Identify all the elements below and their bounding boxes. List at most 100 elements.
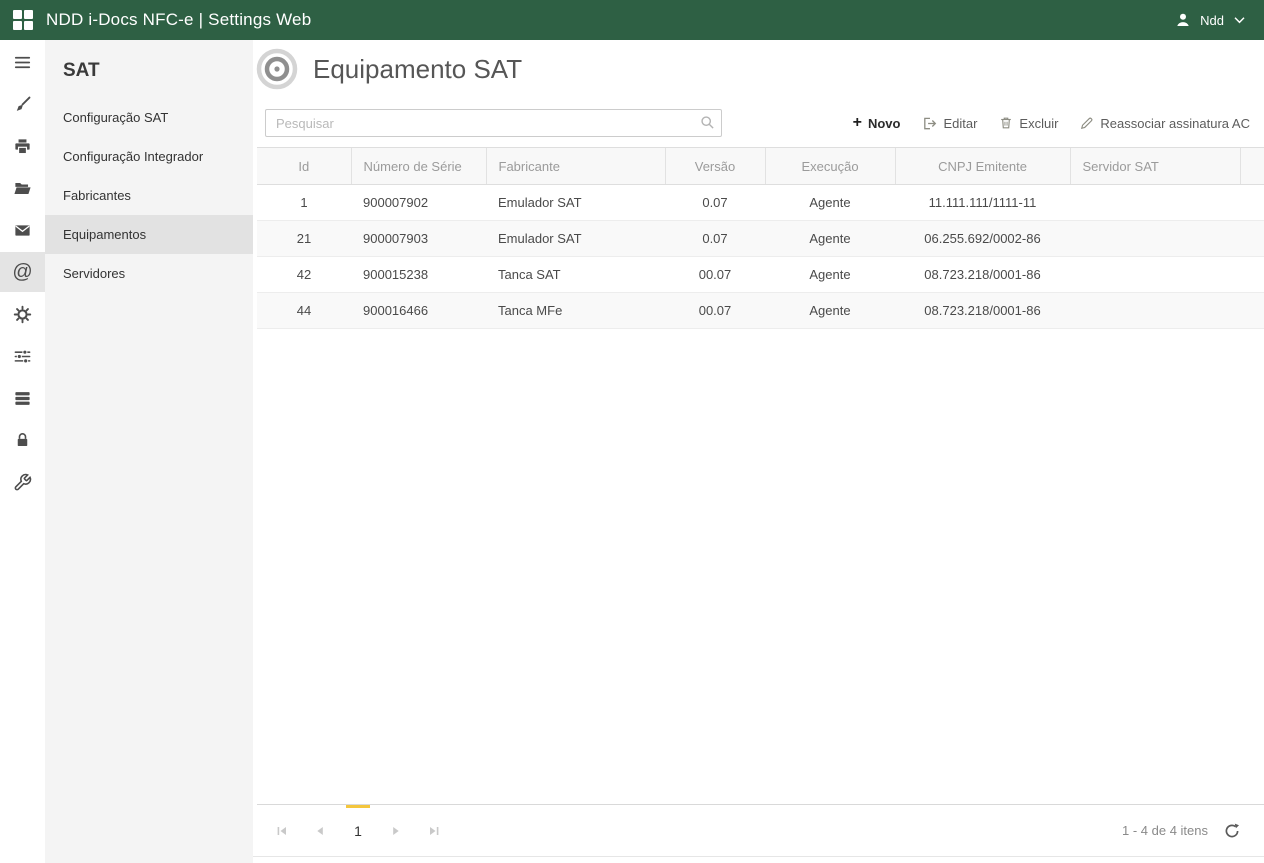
wrench-icon bbox=[13, 473, 32, 492]
pager-next-button[interactable] bbox=[379, 805, 413, 857]
reassociar-assinatura-button[interactable]: Reassociar assinatura AC bbox=[1080, 116, 1250, 131]
plus-icon: + bbox=[852, 114, 862, 131]
lock-icon bbox=[13, 431, 32, 450]
table-row[interactable]: 44 900016466 Tanca MFe 00.07 Agente 08.7… bbox=[257, 292, 1264, 329]
cell-versao: 0.07 bbox=[665, 220, 765, 257]
column-header-execucao[interactable]: Execução bbox=[764, 147, 895, 185]
cell-id: 42 bbox=[257, 256, 351, 293]
cell-versao: 0.07 bbox=[665, 184, 765, 221]
cell-numero-serie: 900015238 bbox=[351, 256, 486, 293]
cell-numero-serie: 900007903 bbox=[351, 220, 486, 257]
cell-filler bbox=[1240, 256, 1264, 293]
sidebar-item-label: Servidores bbox=[63, 266, 126, 281]
rail-item-lock[interactable] bbox=[0, 420, 45, 460]
cell-versao: 00.07 bbox=[665, 256, 765, 293]
sidebar-item-label: Equipamentos bbox=[63, 227, 147, 242]
pager-page-1[interactable]: 1 bbox=[341, 804, 375, 857]
column-header-id[interactable]: Id bbox=[257, 147, 351, 185]
equipment-table: Id Número de Série Fabricante Versão Exe… bbox=[257, 147, 1264, 329]
chevron-down-icon bbox=[1233, 16, 1246, 25]
table-row[interactable]: 42 900015238 Tanca SAT 00.07 Agente 08.7… bbox=[257, 256, 1264, 293]
user-name: Ndd bbox=[1200, 12, 1224, 28]
main-content: Equipamento SAT + Novo bbox=[253, 40, 1264, 863]
stack-icon bbox=[13, 389, 32, 408]
grid-pager: 1 1 - 4 de 4 itens bbox=[257, 804, 1264, 856]
cell-id: 44 bbox=[257, 292, 351, 329]
cell-servidor-sat bbox=[1070, 184, 1240, 221]
search-icon[interactable] bbox=[700, 115, 715, 135]
printer-icon bbox=[13, 137, 32, 156]
sidebar-item-fabricantes[interactable]: Fabricantes bbox=[45, 176, 253, 215]
sidebar-item-configuracao-integrador[interactable]: Configuração Integrador bbox=[45, 137, 253, 176]
app-title: NDD i-Docs NFC-e | Settings Web bbox=[46, 10, 312, 29]
folder-open-icon bbox=[13, 179, 32, 198]
seek-first-icon bbox=[276, 825, 288, 837]
pager-first-button[interactable] bbox=[265, 805, 299, 857]
cell-fabricante: Tanca SAT bbox=[486, 256, 665, 293]
rail-item-gear[interactable] bbox=[0, 294, 45, 334]
rail-item-folder[interactable] bbox=[0, 168, 45, 208]
column-header-cnpj-emitente[interactable]: CNPJ Emitente bbox=[894, 147, 1070, 185]
rail-item-brush[interactable] bbox=[0, 84, 45, 124]
at-sign-icon: @ bbox=[12, 261, 33, 283]
novo-button[interactable]: + Novo bbox=[853, 115, 901, 131]
cell-servidor-sat bbox=[1070, 220, 1240, 257]
sidebar-item-configuracao-sat[interactable]: Configuração SAT bbox=[45, 98, 253, 137]
button-label: Reassociar assinatura AC bbox=[1100, 115, 1250, 131]
cell-filler bbox=[1240, 220, 1264, 257]
sidebar-item-equipamentos[interactable]: Equipamentos bbox=[45, 215, 253, 254]
rail-item-wrench[interactable] bbox=[0, 462, 45, 502]
table-row[interactable]: 21 900007903 Emulador SAT 0.07 Agente 06… bbox=[257, 220, 1264, 257]
trash-icon bbox=[999, 116, 1013, 130]
user-menu[interactable]: Ndd bbox=[1175, 12, 1246, 28]
pager-last-button[interactable] bbox=[417, 805, 451, 857]
page-header: Equipamento SAT bbox=[253, 40, 1264, 97]
rail-item-mail[interactable] bbox=[0, 210, 45, 250]
sidebar-title: SAT bbox=[63, 60, 100, 81]
cell-id: 1 bbox=[257, 184, 351, 221]
sidebar-item-label: Configuração SAT bbox=[63, 110, 169, 125]
excluir-button[interactable]: Excluir bbox=[999, 116, 1058, 131]
editar-button[interactable]: Editar bbox=[922, 116, 977, 131]
cell-filler bbox=[1240, 184, 1264, 221]
pager-prev-button[interactable] bbox=[303, 805, 337, 857]
cell-cnpj: 08.723.218/0001-86 bbox=[895, 256, 1070, 293]
button-label: Excluir bbox=[1019, 115, 1059, 131]
table-row[interactable]: 1 900007902 Emulador SAT 0.07 Agente 11.… bbox=[257, 184, 1264, 221]
cell-fabricante: Emulador SAT bbox=[486, 184, 665, 221]
cell-numero-serie: 900016466 bbox=[351, 292, 486, 329]
rail-item-menu[interactable] bbox=[0, 42, 45, 82]
cell-id: 21 bbox=[257, 220, 351, 257]
cell-execucao: Agente bbox=[765, 292, 895, 329]
refresh-button[interactable] bbox=[1224, 823, 1240, 839]
grid-empty-area bbox=[257, 329, 1264, 804]
rail-item-at-sign[interactable]: @ bbox=[0, 252, 45, 292]
rail-item-sliders[interactable] bbox=[0, 336, 45, 376]
arrow-right-icon bbox=[390, 825, 402, 837]
cell-cnpj: 06.255.692/0002-86 bbox=[895, 220, 1070, 257]
gear-icon bbox=[13, 305, 32, 324]
icon-rail: @ bbox=[0, 40, 45, 863]
grid-actions: + Novo Editar Excluir Reassociar assinat… bbox=[853, 115, 1250, 131]
equipment-grid: + Novo Editar Excluir Reassociar assinat… bbox=[253, 97, 1264, 857]
column-header-fabricante[interactable]: Fabricante bbox=[485, 147, 665, 185]
button-label: Novo bbox=[867, 115, 901, 131]
search-input[interactable] bbox=[265, 109, 722, 137]
column-header-versao[interactable]: Versão bbox=[664, 147, 765, 185]
rail-item-stack[interactable] bbox=[0, 378, 45, 418]
cell-execucao: Agente bbox=[765, 184, 895, 221]
column-header-servidor-sat[interactable]: Servidor SAT bbox=[1069, 147, 1240, 185]
table-header-row: Id Número de Série Fabricante Versão Exe… bbox=[257, 147, 1264, 185]
cell-versao: 00.07 bbox=[665, 292, 765, 329]
topbar-left: NDD i-Docs NFC-e | Settings Web bbox=[13, 10, 311, 30]
grid-toolbar: + Novo Editar Excluir Reassociar assinat… bbox=[257, 97, 1264, 147]
app-shell: @ SAT Configuração SAT Configuração Inte… bbox=[0, 40, 1264, 863]
sidebar-item-label: Fabricantes bbox=[63, 188, 131, 203]
sidebar-item-servidores[interactable]: Servidores bbox=[45, 254, 253, 293]
cell-cnpj: 08.723.218/0001-86 bbox=[895, 292, 1070, 329]
edit-icon bbox=[922, 116, 937, 131]
app-launcher-icon[interactable] bbox=[13, 10, 33, 30]
rail-item-printer[interactable] bbox=[0, 126, 45, 166]
column-header-numero-serie[interactable]: Número de Série bbox=[350, 147, 486, 185]
brush-icon bbox=[13, 95, 32, 114]
